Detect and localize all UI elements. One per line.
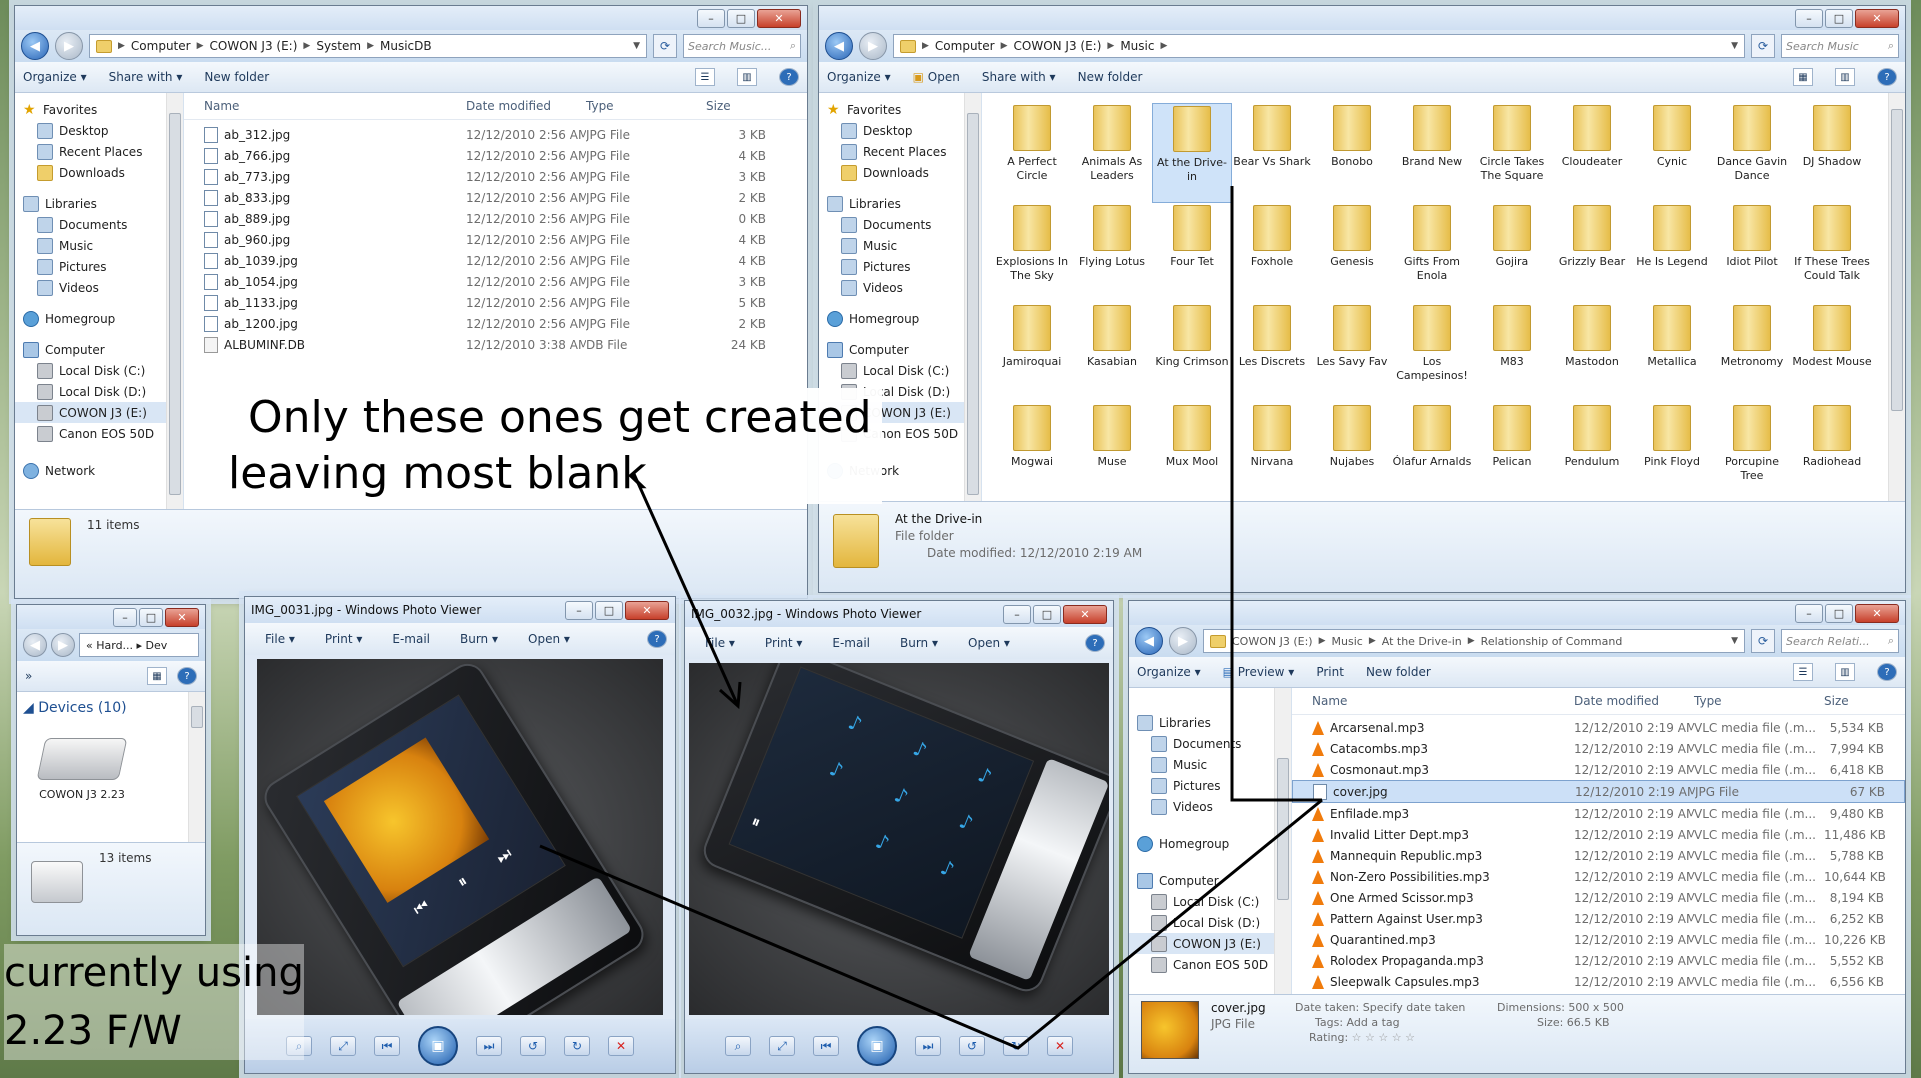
line-folder-to-cover	[1230, 186, 1322, 802]
line-cover-to-photo	[539, 798, 1323, 1050]
annotation-lines	[539, 186, 1323, 1050]
arrow-line-to-player	[632, 473, 740, 707]
